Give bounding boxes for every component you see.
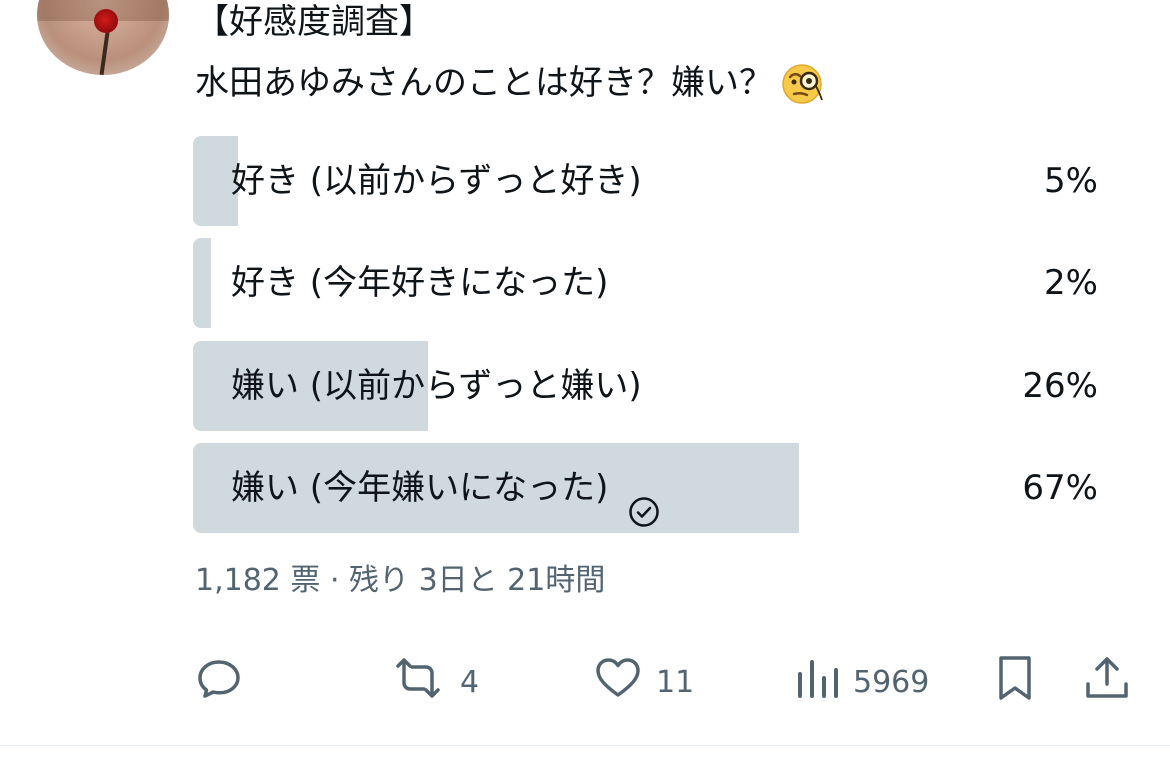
poll-option-label: 好き (以前からずっと好き): [231, 161, 642, 201]
heart-icon: [594, 654, 642, 710]
retweet-button[interactable]: 4: [390, 654, 479, 710]
avatar[interactable]: [37, 0, 169, 75]
retweet-count: 4: [460, 664, 480, 700]
divider: [0, 745, 1170, 746]
poll-option-percent: 5%: [1044, 161, 1098, 201]
bookmark-button[interactable]: [995, 654, 1035, 710]
tweet-title: 【好感度調査】: [195, 2, 433, 42]
poll-option-label: 嫌い (今年嫌いになった): [231, 443, 660, 533]
bookmark-icon: [995, 654, 1035, 710]
poll-bar: [193, 238, 211, 328]
poll-option-label: 好き (今年好きになった): [231, 263, 609, 303]
share-icon: [1083, 654, 1131, 710]
poll-option-2: 好き (今年好きになった) 2%: [193, 238, 1098, 328]
question-text: 水田あゆみさんのことは好き？嫌い？: [195, 63, 773, 103]
selected-check-icon: [628, 472, 660, 527]
like-button[interactable]: 11: [594, 654, 694, 710]
poll-option-percent: 67%: [1022, 468, 1098, 508]
poll-meta: 1,182 票 · 残り 3日と 21時間: [195, 563, 606, 598]
retweet-icon: [390, 654, 446, 710]
tweet-question: 水田あゆみさんのことは好き？嫌い？: [195, 58, 827, 108]
reply-icon: [195, 654, 243, 710]
poll-option-1: 好き (以前からずっと好き) 5%: [193, 136, 1098, 226]
poll-option-label: 嫌い (以前からずっと嫌い): [231, 366, 642, 406]
face-with-monocle-icon: [779, 59, 827, 107]
poll-option-4: 嫌い (今年嫌いになった) 67%: [193, 443, 1098, 533]
poll-option-percent: 2%: [1044, 263, 1098, 303]
views-chart-icon: [795, 654, 839, 710]
share-button[interactable]: [1083, 654, 1131, 710]
poll-option-percent: 26%: [1022, 366, 1098, 406]
poll-option-3: 嫌い (以前からずっと嫌い) 26%: [193, 341, 1098, 431]
like-count: 11: [656, 664, 695, 700]
views-count: 5969: [853, 664, 930, 700]
views-button[interactable]: 5969: [795, 654, 929, 710]
reply-button[interactable]: [195, 654, 243, 710]
rose-icon: [94, 9, 118, 33]
